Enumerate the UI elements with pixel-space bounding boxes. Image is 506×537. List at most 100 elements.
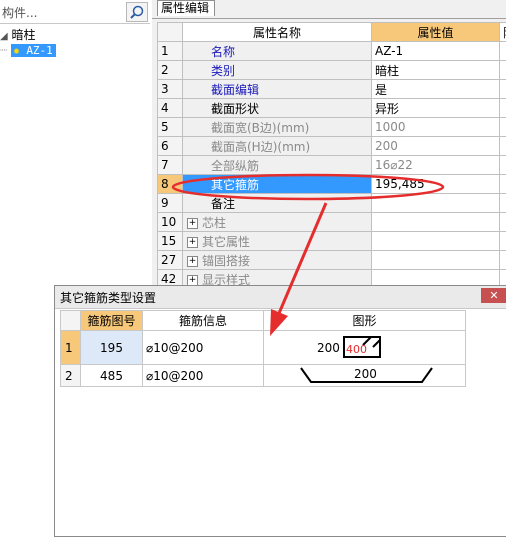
property-name[interactable]: 截面宽(B边)(mm) [183,118,372,137]
property-value[interactable]: 暗柱 [372,61,500,80]
property-grid: 属性名称 属性值 附 1名称AZ-12类别暗柱3截面编辑是4截面形状异形5截面宽… [157,22,506,289]
dialog-titlebar[interactable]: 其它箍筋类型设置 ✕ [55,286,506,309]
property-row[interactable]: 27 + 锚固搭接 [158,251,506,270]
property-value[interactable]: 是 [372,80,500,99]
search-button[interactable] [126,2,148,22]
expand-icon[interactable]: + [187,275,198,286]
property-extra[interactable] [500,118,506,137]
tree-node-label: 暗柱 [12,28,36,42]
tree-node-child[interactable]: ┈ ✹ AZ-1 [0,43,56,57]
tree-node-label: AZ-1 [26,44,53,57]
property-row[interactable]: 6截面高(H边)(mm)200 [158,137,506,156]
expand-icon[interactable]: + [187,237,198,248]
expand-icon[interactable]: + [187,218,198,229]
property-value[interactable]: 1000 [372,118,500,137]
column-header-extra[interactable]: 附 [500,23,506,42]
row-number: 15 [158,232,183,251]
property-row[interactable]: 10 + 芯柱 [158,213,506,232]
property-name[interactable]: 截面形状 [183,99,372,118]
property-name[interactable]: 类别 [183,61,372,80]
property-row[interactable]: 1名称AZ-1 [158,42,506,61]
column-header-name[interactable]: 属性名称 [183,23,372,42]
row-number: 27 [158,251,183,270]
row-number: 10 [158,213,183,232]
table-row[interactable]: 2 485 ⌀10@200 200 [61,365,466,387]
property-value[interactable] [372,194,500,213]
dimension-label: 200 [317,341,340,355]
dimension-label: 200 [354,367,377,381]
property-extra[interactable] [500,137,506,156]
property-extra[interactable] [500,232,506,251]
close-button[interactable]: ✕ [481,288,506,303]
property-row[interactable]: 15 + 其它属性 [158,232,506,251]
row-number: 7 [158,156,183,175]
stirrup-shape-cell[interactable]: 200 400 [264,331,466,365]
property-value[interactable] [372,213,500,232]
property-name[interactable]: 其它箍筋 [183,175,372,194]
stirrup-code-cell[interactable]: 195 [81,331,143,365]
property-name[interactable]: + 锚固搭接 [183,251,372,270]
property-name[interactable]: 全部纵筋 [183,156,372,175]
property-row[interactable]: 9备注 [158,194,506,213]
table-row[interactable]: 1 195 ⌀10@200 200 400 [61,331,466,365]
row-number: 9 [158,194,183,213]
property-extra[interactable] [500,156,506,175]
stirrup-info-cell[interactable]: ⌀10@200 [143,365,264,387]
column-header-info[interactable]: 箍筋信息 [143,311,264,331]
property-row[interactable]: 7全部纵筋16⌀22 [158,156,506,175]
property-value[interactable]: AZ-1 [372,42,500,61]
search-box[interactable]: 构件... [0,0,150,24]
row-number: 1 [158,42,183,61]
stirrup-shape-cell[interactable]: 200 [264,365,466,387]
property-extra[interactable] [500,99,506,118]
property-row[interactable]: 2类别暗柱 [158,61,506,80]
property-name[interactable]: + 其它属性 [183,232,372,251]
property-extra[interactable] [500,61,506,80]
table-corner [61,311,81,331]
property-extra[interactable] [500,42,506,61]
tree-node-selected[interactable]: ✹ AZ-1 [11,44,56,57]
stirrup-info-cell[interactable]: ⌀10@200 [143,331,264,365]
property-value[interactable]: 200 [372,137,500,156]
row-number: 5 [158,118,183,137]
property-name[interactable]: 截面编辑 [183,80,372,99]
dialog-title: 其它箍筋类型设置 [60,289,156,306]
row-number: 4 [158,99,183,118]
property-value[interactable] [372,232,500,251]
property-extra[interactable] [500,175,506,194]
column-header-code[interactable]: 箍筋图号 [81,311,143,331]
property-value[interactable]: 16⌀22 [372,156,500,175]
property-extra[interactable] [500,194,506,213]
property-row[interactable]: 5截面宽(B边)(mm)1000 [158,118,506,137]
property-name[interactable]: 名称 [183,42,372,61]
grid-corner [158,23,183,42]
property-name-label: 芯柱 [202,216,226,230]
property-name-label: 其它属性 [202,235,250,249]
property-value[interactable] [372,251,500,270]
property-row[interactable]: 3截面编辑是 [158,80,506,99]
expand-icon[interactable]: + [187,256,198,267]
property-value[interactable]: 195,485 [372,175,500,194]
property-name[interactable]: 备注 [183,194,372,213]
row-number: 1 [61,331,81,365]
tab-property-edit[interactable]: 属性编辑 [157,0,215,16]
property-name[interactable]: + 芯柱 [183,213,372,232]
property-name[interactable]: 截面高(H边)(mm) [183,137,372,156]
search-input[interactable]: 构件... [2,4,37,21]
column-header-value[interactable]: 属性值 [372,23,500,42]
property-value[interactable]: 异形 [372,99,500,118]
property-extra[interactable] [500,80,506,99]
property-row[interactable]: 8其它箍筋195,485 [158,175,506,194]
column-header-shape[interactable]: 图形 [264,311,466,331]
collapse-icon[interactable]: ◢ [0,31,8,42]
row-number: 6 [158,137,183,156]
row-number: 3 [158,80,183,99]
property-row[interactable]: 4截面形状异形 [158,99,506,118]
property-name-label: 锚固搭接 [202,254,250,268]
property-extra[interactable] [500,213,506,232]
stirrup-settings-dialog: 其它箍筋类型设置 ✕ 箍筋图号 箍筋信息 图形 1 195 ⌀10@200 20… [54,285,506,537]
stirrup-table: 箍筋图号 箍筋信息 图形 1 195 ⌀10@200 200 400 2 485… [60,310,466,387]
property-extra[interactable] [500,251,506,270]
stirrup-code-cell[interactable]: 485 [81,365,143,387]
tree-node-root[interactable]: ◢ 暗柱 [0,26,36,43]
